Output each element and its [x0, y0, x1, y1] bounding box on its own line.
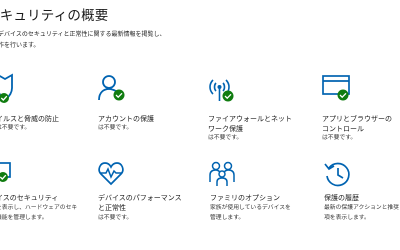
tile-title: イスのセキュリティ	[0, 194, 59, 202]
tile-title-line: ワーク保護	[208, 125, 243, 133]
page-title: セキュリティの概要	[0, 8, 109, 24]
tile-app-browser-control[interactable]: アプリとブラウザーの コントロール は不要です。	[322, 73, 400, 153]
tile-account-protection[interactable]: アカウントの保護 は不要です。	[98, 73, 198, 153]
tile-status: 最新の保護アクションと推奨 項を表示します。	[324, 204, 399, 223]
firewall-icon	[209, 79, 234, 102]
tile-status-line: を表示し、ハードウェアのセキ	[0, 205, 78, 211]
shield-icon	[0, 73, 13, 103]
tile-status: は不要です。	[0, 125, 31, 131]
tile-status: は不要です。	[322, 135, 357, 141]
tile-protection-history[interactable]: 保護の履歴 最新の保護アクションと推奨 項を表示します。	[324, 160, 400, 240]
tile-status-line: 管理します。	[210, 214, 245, 221]
tile-firewall-network-protection[interactable]: ファイアウォールとネット ワーク保護 は不要です。	[208, 73, 308, 153]
tile-title: デバイスのパフォーマンス と正常性	[98, 193, 182, 213]
tile-status: を表示し、ハードウェアのセキ 機能を管理します。	[0, 204, 77, 223]
tile-title-line: デバイスのパフォーマンス	[98, 194, 182, 202]
tile-title: イルスと脅威の防止	[0, 115, 59, 123]
page-description-line: 操作を行います。	[0, 42, 40, 49]
page-description-line: のデバイスのセキュリティと正常性に関する最新情報を掲覧し、	[0, 31, 166, 38]
tile-title: ファイアウォールとネット ワーク保護	[208, 114, 292, 134]
app-browser-icon	[322, 75, 350, 101]
tile-title-line: コントロール	[322, 125, 364, 133]
tile-virus-threat-protection[interactable]: イルスと脅威の防止 は不要です。	[0, 73, 96, 153]
tile-title: アプリとブラウザーの コントロール	[322, 114, 392, 134]
tile-title: ファミリのオプション	[210, 194, 280, 202]
tile-device-security[interactable]: イスのセキュリティ を表示し、ハードウェアのセキ 機能を管理します。	[0, 160, 96, 240]
tile-title: アカウントの保護	[98, 115, 154, 123]
page-description: のデバイスのセキュリティと正常性に関する最新情報を掲覧し、 操作を行います。	[0, 29, 165, 51]
tile-status: は不要です。	[208, 135, 243, 141]
tile-title-line: と正常性	[98, 204, 126, 212]
tile-status-line: 最新の保護アクションと推奨	[324, 205, 400, 211]
tile-status: は不要です。	[98, 125, 133, 131]
tile-status: 家族が使用しているデバイスを 管理します。	[210, 204, 291, 223]
tile-title-line: ファイアウォールとネット	[208, 115, 292, 123]
history-icon	[324, 162, 350, 187]
tile-family-options[interactable]: ファミリのオプション 家族が使用しているデバイスを 管理します。	[209, 160, 310, 240]
tile-status-line: 機能を管理します。	[0, 214, 48, 221]
family-icon	[209, 161, 235, 186]
tile-device-performance-health[interactable]: デバイスのパフォーマンス と正常性 は不要です。	[98, 160, 198, 240]
heart-pulse-icon	[98, 162, 124, 186]
tile-title: 保護の履歴	[324, 194, 359, 202]
device-security-icon	[0, 162, 11, 182]
tile-status-line: 家族が使用しているデバイスを	[210, 205, 291, 211]
tile-status-line: 項を表示します。	[324, 214, 370, 221]
tile-title-line: アプリとブラウザーの	[322, 115, 392, 123]
tile-status: は不要です。	[98, 215, 133, 221]
account-icon	[98, 75, 125, 101]
